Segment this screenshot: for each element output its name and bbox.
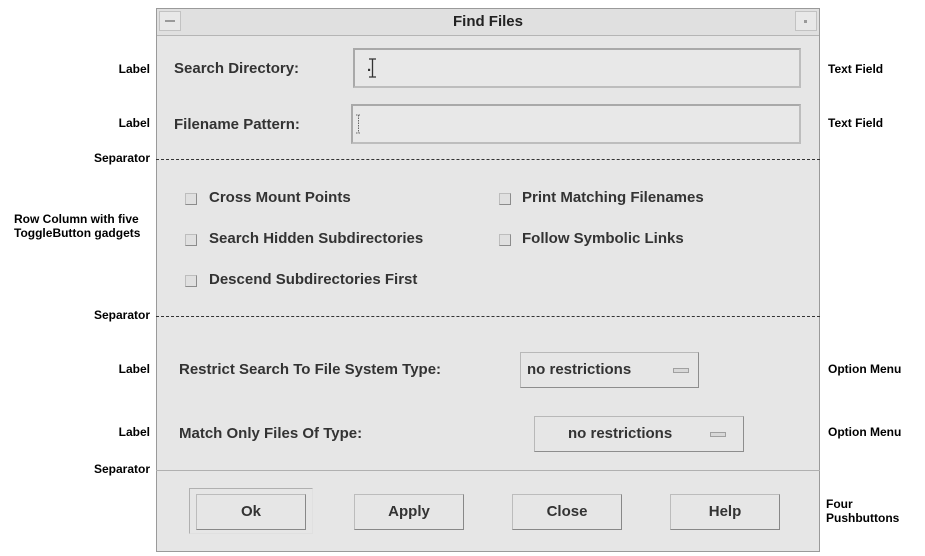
toggle-search-hidden-subdirectories[interactable] bbox=[185, 234, 197, 246]
annotation-pushbuttons: Four Pushbuttons bbox=[826, 497, 900, 525]
toggle-print-matching-filenames[interactable] bbox=[499, 193, 511, 205]
toggle-label-search-hidden-subdirectories: Search Hidden Subdirectories bbox=[209, 230, 424, 247]
separator-1 bbox=[156, 159, 820, 160]
annotation-option-menu-1: Option Menu bbox=[828, 362, 902, 376]
separator-2 bbox=[156, 316, 820, 317]
annotation-label-2: Label bbox=[118, 116, 150, 130]
annotation-label-3: Label bbox=[118, 362, 150, 376]
apply-button[interactable]: Apply bbox=[354, 494, 464, 530]
minimize-icon bbox=[804, 20, 807, 23]
annotation-text-field-1: Text Field bbox=[828, 62, 884, 76]
minimize-button[interactable] bbox=[795, 11, 817, 31]
toggle-label-follow-symbolic-links: Follow Symbolic Links bbox=[522, 230, 684, 247]
restrict-search-label: Restrict Search To File System Type: bbox=[179, 361, 442, 378]
option-menu-indicator-icon bbox=[673, 368, 689, 373]
annotation-separator-3: Separator bbox=[93, 462, 150, 476]
annotation-row-column: Row Column with five ToggleButton gadget… bbox=[14, 212, 141, 240]
restrict-search-value: no restrictions bbox=[527, 361, 632, 378]
toggle-follow-symbolic-links[interactable] bbox=[499, 234, 511, 246]
toggle-cross-mount-points[interactable] bbox=[185, 193, 197, 205]
match-only-option-menu[interactable]: no restrictions bbox=[534, 416, 744, 452]
dialog-title: Find Files bbox=[452, 13, 523, 30]
help-button[interactable]: Help bbox=[670, 494, 780, 530]
annotation-separator-2: Separator bbox=[93, 308, 150, 322]
ok-button[interactable]: Ok bbox=[196, 494, 306, 530]
toggle-descend-subdirectories-first[interactable] bbox=[185, 275, 197, 287]
toggle-label-cross-mount-points: Cross Mount Points bbox=[209, 189, 351, 206]
filename-pattern-label: Filename Pattern: bbox=[174, 116, 300, 133]
match-only-label: Match Only Files Of Type: bbox=[179, 425, 363, 442]
annotation-separator-1: Separator bbox=[93, 151, 150, 165]
restrict-search-option-menu[interactable]: no restrictions bbox=[520, 352, 699, 388]
search-directory-field[interactable]: . bbox=[353, 48, 801, 88]
separator-3 bbox=[156, 470, 820, 471]
annotation-text-field-2: Text Field bbox=[828, 116, 884, 130]
match-only-value: no restrictions bbox=[568, 425, 673, 442]
close-button[interactable]: Close bbox=[512, 494, 622, 530]
toggle-label-descend-subdirectories-first: Descend Subdirectories First bbox=[209, 271, 418, 288]
text-cursor-icon bbox=[356, 114, 361, 134]
search-directory-label: Search Directory: bbox=[174, 60, 300, 77]
toggle-label-print-matching-filenames: Print Matching Filenames bbox=[522, 189, 704, 206]
annotation-label-1: Label bbox=[118, 62, 150, 76]
filename-pattern-field[interactable] bbox=[351, 104, 801, 144]
annotation-label-4: Label bbox=[118, 425, 150, 439]
annotation-option-menu-2: Option Menu bbox=[828, 425, 902, 439]
title-bar[interactable]: Find Files bbox=[157, 9, 819, 36]
text-cursor-icon bbox=[369, 58, 376, 78]
option-menu-indicator-icon bbox=[710, 432, 726, 437]
